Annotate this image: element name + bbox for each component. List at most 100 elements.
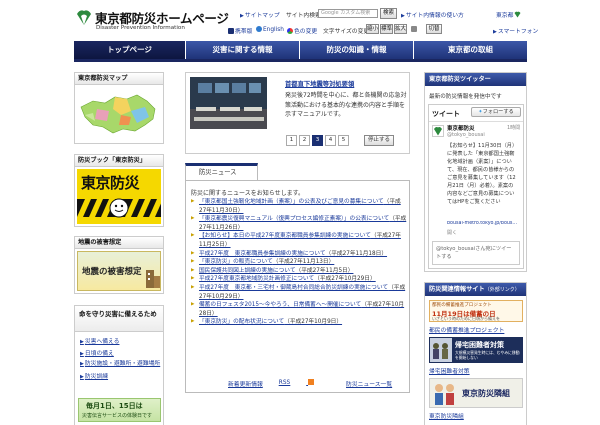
tonarigumi-banner-title: 東京防災隣組 [462, 389, 510, 398]
earthquake-damage-box[interactable]: 地震の被害想定 地震の被害想定 [74, 236, 164, 294]
phone-icon [228, 28, 234, 34]
earthquake-damage-title: 地震の被害想定 [75, 237, 163, 249]
tonarigumi-banner[interactable]: 東京防災隣組 [429, 378, 523, 408]
news-item[interactable]: 「東京都震災復興マニュアル（復興プロセス編修正素案）」の公表について（平成27年… [191, 215, 407, 232]
news-item[interactable]: 「東京防災」の配布状況について（平成27年10月9日） [191, 318, 407, 327]
english-link[interactable]: English [256, 26, 284, 33]
site-logo[interactable]: 東京都防災ホームページ Disaster Prevention Informat… [74, 7, 234, 35]
drill-link[interactable]: ▶防災訓練 [80, 371, 164, 380]
people-icon [435, 384, 454, 405]
search-button[interactable]: 検索 [380, 8, 397, 19]
divider [429, 121, 523, 122]
tweet-link[interactable]: bousai-metro.tokyo.jp/bous... [447, 221, 522, 226]
tweet-avatar [432, 125, 444, 137]
tokyo-link[interactable]: 東京都 [496, 10, 521, 19]
news-item[interactable]: 平成27年度 東京都職員参集訓練の実施について（平成27年11月18日） [191, 250, 407, 259]
arrow-right-icon: ▶ [493, 29, 497, 35]
whats-new-link[interactable]: 新着更新情報 [228, 379, 263, 388]
tweet-handle[interactable]: @tokyo_bousai [447, 132, 485, 138]
reading-label [411, 26, 418, 33]
feature-carousel: 首都直下地震等対処要領 発災後72時間を中心に、都と各機関の応急対策活動における… [185, 72, 410, 154]
news-item[interactable]: 「東京都国土強靭化地域計画（素案）」の公表及びご意見の募集について（平成27年1… [191, 198, 407, 215]
sitemap-link[interactable]: ▶サイトマップ [240, 10, 280, 19]
hazard-stripes-icon [77, 198, 161, 218]
nav-underline [74, 59, 527, 62]
stranded-commuters-banner[interactable]: 帰宅困難者対策 大規模災害発生時には、むやみに移動を開始しない [429, 337, 523, 363]
disaster-map-box[interactable]: 東京都防災マップ [74, 72, 164, 144]
tweet-body: 【お知らせ】11月30日（月）に発表した「東京都国土強靭化地域計画（素案）」につ… [447, 143, 516, 205]
follow-button[interactable]: ✦フォローする [471, 107, 521, 117]
news-item[interactable]: 平成27年度東京都地域防災計画修正について（平成27年10月29日） [191, 275, 407, 284]
stranded-banner-sub: 大規模災害発生時には、むやみに移動を開始しない [455, 350, 520, 360]
search-input[interactable]: Google カスタム検索 [318, 9, 378, 18]
switch-button[interactable]: 切替 [426, 24, 442, 34]
tweet-account[interactable]: 東京都防災 [447, 124, 475, 132]
news-item[interactable]: 国民保護共同図上訓練の実施について（平成27年11月5日） [191, 267, 407, 276]
font-size-label: 文字サイズの変更 [323, 29, 370, 35]
nav-knowledge[interactable]: 防災の知識・情報 [300, 41, 414, 59]
stockpile-banner-sub: いざという時のために日頃から備えを [432, 316, 500, 321]
message-service-line1: 毎月1日、15日は [86, 402, 143, 410]
news-item[interactable]: 平成27年度 東京都・三宅村・御蔵島村合同総合防災訓練の実施について（平成27年… [191, 284, 407, 301]
font-normal-button[interactable]: 標準 [380, 24, 393, 34]
tokyo-bousai-book-box[interactable]: 防災ブック「東京防災」 東京防災 [74, 154, 164, 227]
twitter-box: 東京都防災ツイッター 最新の防災情報を発信中です ツイート ✦フォローする 東京… [424, 72, 527, 272]
crowd-icon [430, 338, 452, 362]
prepare-link[interactable]: ▶災害へ備える [80, 336, 164, 345]
nav-disaster-info[interactable]: 災害に関する情報 [186, 41, 300, 59]
arrow-right-icon: ▶ [240, 13, 244, 19]
arrow-right-icon: ▶ [80, 374, 84, 380]
pager-button-2[interactable]: 2 [299, 135, 310, 146]
message-service-banner[interactable]: 毎月1日、15日は 災害伝言サービスの体験日です [78, 398, 161, 422]
news-footer: 新着更新情報 RSS 防災ニュース一覧 [228, 379, 408, 388]
bousai-book-title: 防災ブック「東京防災」 [75, 155, 163, 167]
news-list-link[interactable]: 防災ニュース一覧 [346, 379, 392, 388]
stockpile-link[interactable]: 都民の備蓄推進プロジェクト [429, 325, 504, 334]
tweet-reply-box[interactable]: @tokyo_bousaiさん宛にツイートする [432, 241, 520, 265]
font-large-button[interactable]: 拡大 [394, 24, 407, 34]
pager-button-5[interactable]: 5 [338, 135, 349, 146]
tokyo-logo-icon [434, 127, 442, 136]
pager-button-1[interactable]: 1 [286, 135, 297, 146]
site-search-label: サイト内検索 [286, 13, 321, 19]
global-nav: トップページ 災害に関する情報 防災の知識・情報 東京都の取組 [74, 41, 527, 59]
pager-button-3[interactable]: 3 [312, 135, 323, 146]
daily-prep-link[interactable]: ▶日頃の備え [80, 348, 164, 357]
nav-tokyo-efforts[interactable]: 東京都の取組 [414, 41, 527, 59]
twitter-box-title: 東京都防災ツイッター [425, 73, 526, 86]
twitter-desc: 最新の防災情報を発信中です [429, 94, 502, 100]
news-item[interactable]: 備蓄の日フェスタ2015～今やろう、日常備蓄へ～開催について（平成27年10月2… [191, 301, 407, 318]
nav-top-page[interactable]: トップページ [74, 41, 186, 59]
news-item[interactable]: 【お知らせ】本日の平成27年度東京都職員参集訓練の実施について（平成27年11月… [191, 232, 407, 249]
stranded-banner-title: 帰宅困難者対策 [455, 341, 504, 349]
arrow-right-icon: ▶ [80, 361, 84, 367]
news-panel: 防災に関するニュースをお知らせします。 「東京都国土強靭化地域計画（素案）」の公… [185, 180, 410, 393]
pager-button-4[interactable]: 4 [325, 135, 336, 146]
tab-bousai-news[interactable]: 防災ニュース [185, 163, 258, 180]
site-usage-link[interactable]: ▶サイト内情報の使い方 [401, 10, 464, 19]
stockpile-banner[interactable]: 都民の備蓄推進プロジェクト 11月19日は備蓄の日 いざという時のために日頃から… [429, 300, 523, 322]
tonarigumi-link[interactable]: 東京防災隣組 [429, 411, 464, 420]
rss-link[interactable]: RSS [279, 379, 330, 388]
carousel-pause-button[interactable]: 停止する [364, 135, 394, 146]
facilities-link[interactable]: ▶防災施設・避難所・避難場所 [80, 360, 164, 368]
palette-icon [287, 28, 293, 34]
earthquake-damage-banner: 地震の被害想定 [77, 251, 161, 291]
speaker-icon [411, 26, 417, 32]
smartphone-link[interactable]: ▶スマートフォン [493, 26, 538, 35]
news-item[interactable]: 「東京防災」の販売について（平成27年11月13日） [191, 258, 407, 267]
feature-description: 発災後72時間を中心に、都と各機関の応急対策活動における基本的な連携の内容と手順… [285, 92, 407, 118]
tweet-expand[interactable]: 開く [447, 229, 457, 236]
operation-room-photo-icon [190, 77, 267, 129]
twitter-widget: ツイート ✦フォローする 東京都防災 @tokyo_bousai 1時間 【お知… [428, 104, 524, 269]
bousai-book-banner: 東京防災 [77, 169, 161, 224]
stranded-link[interactable]: 帰宅困難者対策 [429, 366, 470, 375]
cellphone-link[interactable]: 携帯版 [228, 26, 252, 35]
arrow-right-icon: ▶ [80, 339, 84, 345]
feature-title-link[interactable]: 首都直下地震等対処要領 [285, 79, 354, 88]
message-service-line2: 災害伝言サービスの体験日です [82, 413, 153, 419]
color-change-link[interactable]: 色の変更 [287, 26, 317, 35]
building-icon [146, 270, 160, 288]
life-protection-box: 命を守り災害に備えるため ▶災害へ備える ▶日頃の備え ▶防災施設・避難所・避難… [74, 305, 164, 425]
font-small-button[interactable]: 縮小 [366, 24, 379, 34]
